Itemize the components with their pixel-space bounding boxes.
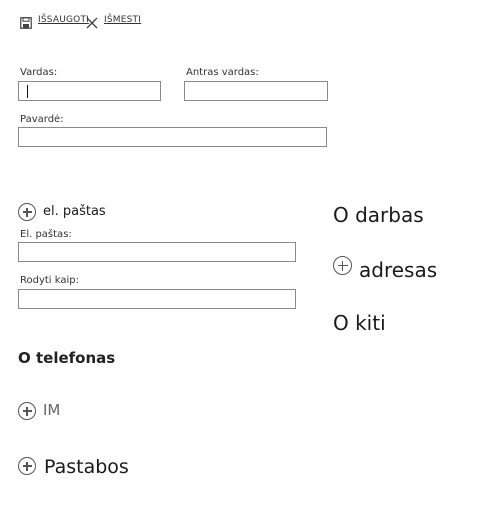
first-name-label: Vardas: <box>20 67 58 78</box>
add-circle-icon <box>18 402 36 420</box>
phone-section-header[interactable]: O telefonas <box>18 349 115 367</box>
display-as-field[interactable] <box>18 289 296 309</box>
middle-name-label: Antras vardas: <box>186 67 259 78</box>
address-section-header: adresas <box>359 258 438 282</box>
save-button[interactable]: IŠSAUGOTI <box>20 12 90 29</box>
text-cursor <box>27 85 28 98</box>
add-circle-icon <box>18 203 36 221</box>
email-label: El. paštas: <box>20 229 72 240</box>
add-circle-icon <box>18 457 36 475</box>
email-section-header: el. paštas <box>43 204 106 219</box>
first-name-field[interactable] <box>18 81 161 101</box>
email-field[interactable] <box>18 242 296 262</box>
notes-section-header: Pastabos <box>44 456 129 478</box>
im-section-header: IM <box>43 401 61 419</box>
other-section-header[interactable]: O kiti <box>333 311 386 335</box>
notes-section-toggle[interactable]: Pastabos <box>18 456 148 482</box>
close-x-icon <box>86 14 98 29</box>
add-circle-icon <box>333 256 352 275</box>
last-name-label: Pavardė: <box>20 114 64 125</box>
display-as-label: Rodyti kaip: <box>20 275 79 286</box>
last-name-field[interactable] <box>18 127 327 147</box>
address-section-toggle[interactable]: adresas <box>333 256 453 282</box>
work-section-header[interactable]: O darbas <box>333 203 424 227</box>
email-section-toggle[interactable]: el. paštas <box>18 203 128 223</box>
im-section-toggle[interactable]: IM <box>18 401 78 421</box>
save-label: IŠSAUGOTI <box>38 15 90 25</box>
discard-button[interactable]: IŠMESTI <box>86 12 142 29</box>
floppy-disk-icon <box>20 14 32 29</box>
middle-name-field[interactable] <box>184 81 328 101</box>
discard-label: IŠMESTI <box>104 15 142 25</box>
